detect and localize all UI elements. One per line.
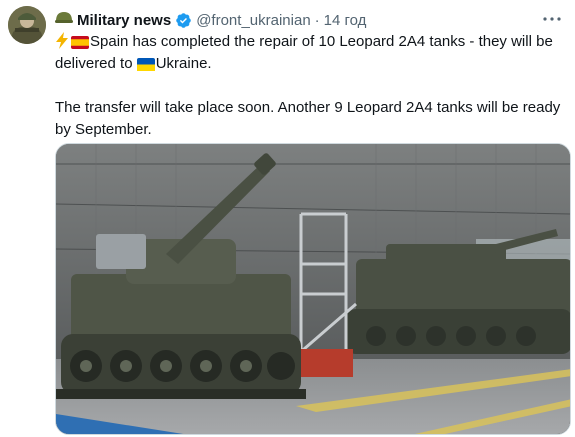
separator-dot: · — [314, 11, 320, 29]
tweet-text-line1-b: Ukraine. — [155, 55, 212, 72]
tanks-photo — [56, 144, 570, 434]
lightning-emoji-icon — [55, 32, 69, 49]
verified-badge-icon — [175, 12, 192, 29]
tweet-paragraph-1: Spain has completed the repair of 10 Leo… — [55, 31, 565, 75]
tweet-paragraph-2: The transfer will take place soon. Anoth… — [55, 99, 561, 138]
tweet-text-line1-a: Spain has completed the repair of 10 Leo… — [55, 33, 553, 72]
tweet-media-image[interactable] — [55, 143, 571, 435]
helmet-emoji-icon — [55, 10, 73, 30]
tweet-card[interactable]: Military news @front_ukrainian · 14 год … — [0, 0, 575, 437]
tweet-header: Military news @front_ukrainian · 14 год — [55, 10, 535, 30]
ukraine-flag-icon — [136, 56, 155, 71]
author-handle[interactable]: @front_ukrainian — [196, 12, 310, 29]
more-horizontal-icon[interactable] — [541, 10, 563, 28]
avatar[interactable] — [8, 6, 46, 44]
tweet-text: Spain has completed the repair of 10 Leo… — [55, 31, 565, 141]
spain-flag-icon — [71, 34, 89, 49]
timestamp[interactable]: 14 год — [324, 12, 367, 29]
author-name[interactable]: Military news — [77, 12, 171, 29]
